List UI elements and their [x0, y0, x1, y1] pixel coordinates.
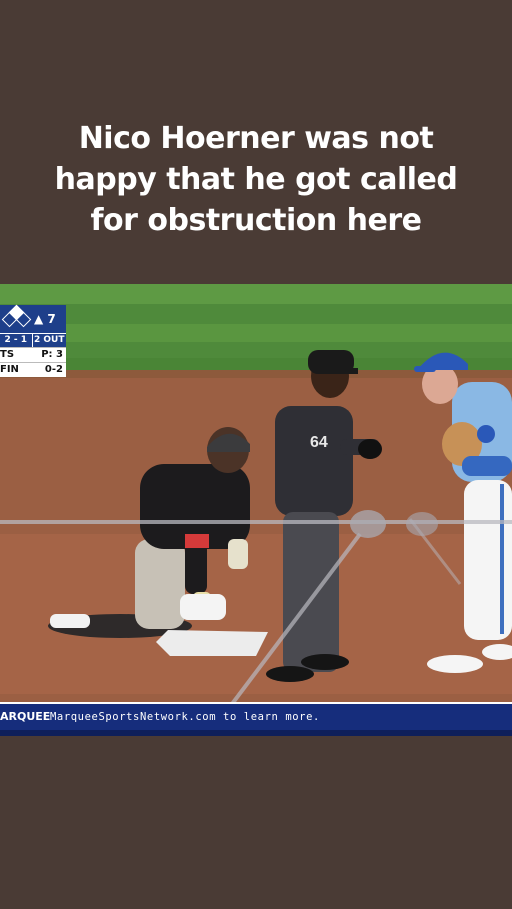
- umpire-number: 64: [310, 434, 328, 451]
- row1-team: TS: [0, 349, 15, 360]
- baseball-scene: 64: [0, 284, 512, 736]
- row2-value: 0-2: [44, 364, 63, 375]
- inning: ▲ 7: [34, 312, 56, 326]
- scorebug-row-1: TS P: 3: [0, 347, 66, 362]
- scorebug-row-2: FIN 0-2: [0, 362, 66, 377]
- network-logo-text: ARQUEE: [0, 710, 51, 723]
- row1-value: P: 3: [41, 349, 63, 360]
- video-caption: Nico Hoerner was not happy that he got c…: [54, 121, 458, 238]
- second-base: [156, 630, 268, 656]
- row2-team: FIN: [0, 364, 19, 375]
- network-ticker: ARQUEE MarqueeSportsNetwork.com to learn…: [0, 702, 512, 736]
- bases-diamond-icon: [0, 304, 32, 333]
- outs: 2 OUT: [31, 334, 66, 347]
- ball-strike-count: 2 - 1: [4, 335, 28, 345]
- count-row: 2 - 1 2 OUT: [0, 333, 66, 347]
- video-frame[interactable]: 64 ▲ 7 2 - 1 2 OUT TS P: 3 FIN 0-2: [0, 284, 512, 736]
- scorebug-header: ▲ 7: [0, 304, 66, 333]
- scorebug: ▲ 7 2 - 1 2 OUT TS P: 3 FIN 0-2: [0, 304, 66, 377]
- ticker-underbar: [0, 730, 512, 736]
- ticker-message: MarqueeSportsNetwork.com to learn more.: [50, 711, 320, 723]
